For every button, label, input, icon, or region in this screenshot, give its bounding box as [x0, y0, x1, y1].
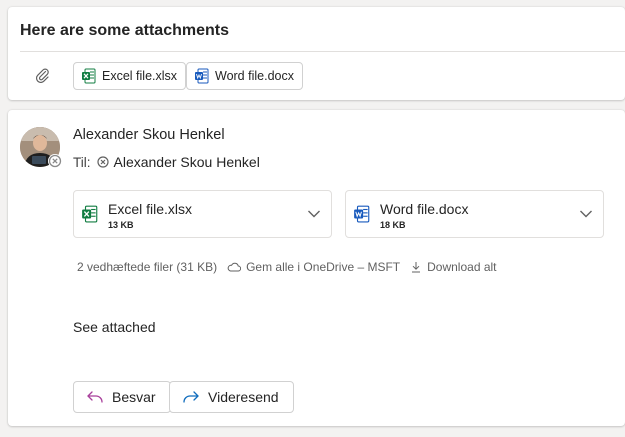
top-attachment-name: Word file.docx [215, 69, 294, 83]
forward-button[interactable]: Videresend [169, 381, 294, 413]
paperclip-icon[interactable] [34, 67, 50, 83]
chevron-down-icon[interactable] [579, 209, 593, 219]
subject-card: Here are some attachments Excel file.xls… [8, 7, 625, 100]
recipient-name[interactable]: Alexander Skou Henkel [114, 154, 260, 170]
cloud-icon [227, 262, 242, 272]
recipient-row: Til: Alexander Skou Henkel [73, 154, 260, 170]
word-file-icon [354, 205, 370, 223]
to-label: Til: [73, 154, 91, 170]
attachment-name: Word file.docx [380, 201, 469, 217]
top-attachment-name: Excel file.xlsx [102, 69, 178, 83]
forward-label: Videresend [208, 389, 279, 405]
attachment-card-word[interactable]: Word file.docx 18 KB [345, 190, 604, 238]
download-all-label: Download alt [427, 260, 497, 274]
top-attachment-chip-word[interactable]: Word file.docx [186, 62, 303, 90]
reply-icon [87, 391, 103, 403]
reply-button[interactable]: Besvar [73, 381, 171, 413]
attachment-card-excel[interactable]: Excel file.xlsx 13 KB [73, 190, 332, 238]
top-attachment-chip-excel[interactable]: Excel file.xlsx [73, 62, 187, 90]
sender-name[interactable]: Alexander Skou Henkel [73, 127, 225, 143]
attachment-summary: 2 vedhæftede filer (31 KB) [77, 260, 218, 274]
attachment-actions: 2 vedhæftede filer (31 KB) Gem alle i On… [77, 260, 497, 274]
download-all-button[interactable]: Download alt [410, 260, 497, 274]
presence-status-icon [48, 154, 62, 168]
message-card: Alexander Skou Henkel Til: Alexander Sko… [8, 110, 625, 426]
download-icon [412, 262, 421, 273]
divider [20, 51, 625, 52]
excel-file-icon [82, 205, 98, 223]
word-file-icon [195, 68, 209, 84]
save-all-label: Gem alle i OneDrive – MSFT [246, 260, 401, 274]
message-body: See attached [73, 319, 156, 335]
attachment-name: Excel file.xlsx [108, 201, 193, 217]
chevron-down-icon[interactable] [307, 209, 321, 219]
attachment-size: 18 KB [380, 220, 406, 230]
excel-file-icon [82, 68, 96, 84]
forward-icon [183, 391, 199, 403]
status-blocked-icon [96, 156, 109, 168]
attachment-size: 13 KB [108, 220, 134, 230]
save-all-onedrive-button[interactable]: Gem alle i OneDrive – MSFT [227, 260, 400, 274]
mail-subject: Here are some attachments [20, 22, 229, 39]
reply-label: Besvar [112, 389, 156, 405]
